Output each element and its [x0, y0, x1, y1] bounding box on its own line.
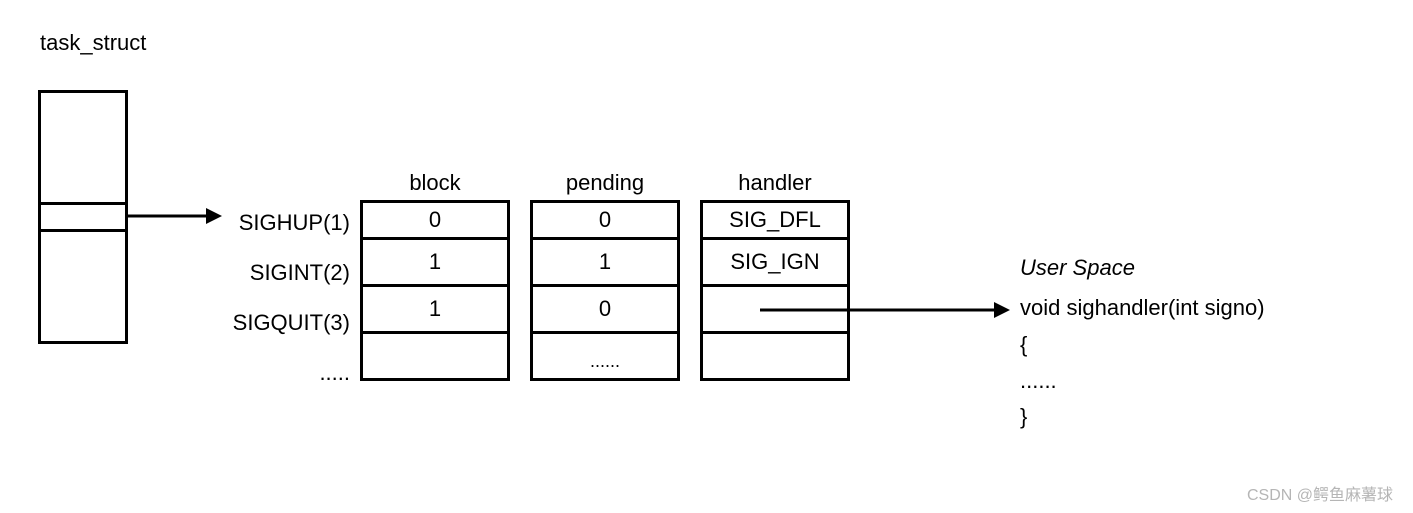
block-cell-r1: 0 — [360, 200, 510, 240]
user-space-fn-sig: void sighandler(int signo) — [1020, 295, 1265, 321]
user-space-brace-open: { — [1020, 332, 1027, 358]
handler-cell-r2: SIG_IGN — [700, 237, 850, 287]
handler-cell-r1: SIG_DFL — [700, 200, 850, 240]
pending-cell-r2: 1 — [530, 237, 680, 287]
row-label-sigquit: SIGQUIT(3) — [210, 310, 350, 336]
pending-cell-r1: 0 — [530, 200, 680, 240]
row-label-ellipsis: ..... — [255, 360, 350, 386]
pending-cell-r3: 0 — [530, 284, 680, 334]
col-header-pending: pending — [540, 170, 670, 196]
col-header-block: block — [370, 170, 500, 196]
handler-cell-r4 — [700, 331, 850, 381]
arrow-handler-to-userspace — [760, 295, 1010, 325]
user-space-brace-close: } — [1020, 404, 1027, 430]
block-cell-r4 — [360, 331, 510, 381]
watermark: CSDN @鳄鱼麻薯球 — [1247, 481, 1393, 505]
col-header-handler: handler — [710, 170, 840, 196]
arrow-taskstruct-to-signals — [128, 200, 222, 230]
row-label-sigint: SIGINT(2) — [210, 260, 350, 286]
block-cell-r2: 1 — [360, 237, 510, 287]
user-space-title: User Space — [1020, 255, 1135, 281]
user-space-body: ...... — [1020, 368, 1057, 394]
pending-cell-r4: ...... — [530, 331, 680, 381]
block-cell-r3: 1 — [360, 284, 510, 334]
row-label-sighup: SIGHUP(1) — [210, 210, 350, 236]
task-struct-cell-top — [38, 90, 128, 205]
task-struct-cell-bottom — [38, 229, 128, 344]
task-struct-cell-mid — [38, 202, 128, 232]
page-title: task_struct — [40, 30, 146, 56]
